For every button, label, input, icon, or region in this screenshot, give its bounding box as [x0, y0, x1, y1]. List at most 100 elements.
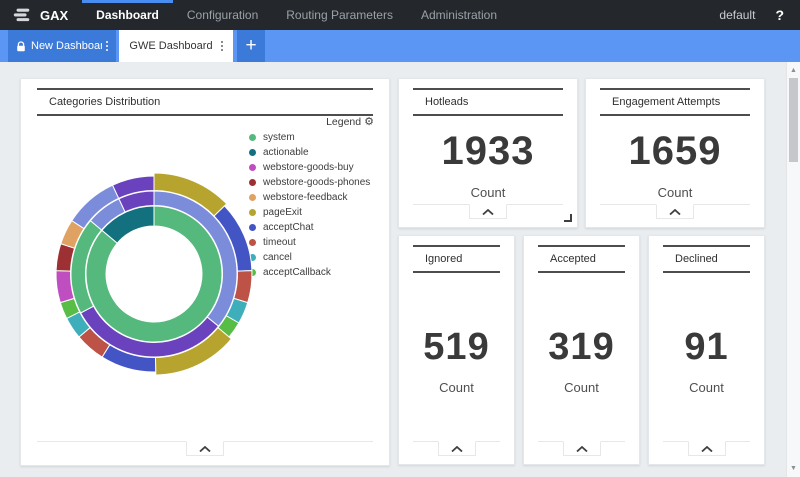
stat-label: Count — [471, 185, 506, 200]
scrollbar-thumb[interactable] — [789, 78, 798, 162]
legend-item-timeout[interactable]: timeout — [249, 235, 370, 250]
nav-item-configuration[interactable]: Configuration — [173, 0, 272, 30]
legend-item-pageExit[interactable]: pageExit — [249, 205, 370, 220]
categories-sunburst-chart — [43, 163, 265, 385]
legend-label: actionable — [263, 147, 309, 158]
legend-label: acceptChat — [263, 222, 314, 233]
chevron-up-icon — [451, 446, 463, 452]
stat-value: 91 — [684, 327, 728, 369]
legend-settings-gear-icon[interactable]: ⚙ — [364, 117, 374, 128]
collapse-widget-button[interactable] — [563, 441, 601, 456]
widget-footer — [413, 441, 500, 456]
tab-menu-dots-icon[interactable] — [102, 41, 112, 51]
top-nav-bar: GAX Dashboard Configuration Routing Para… — [0, 0, 800, 30]
stat-body: 519 Count — [399, 273, 514, 441]
help-button[interactable]: ? — [775, 7, 784, 23]
widget-footer — [413, 204, 563, 219]
user-menu[interactable]: default — [719, 8, 755, 22]
scroll-up-arrow-icon[interactable]: ▲ — [787, 64, 800, 77]
tab-new-dashboard[interactable]: New Dashboard (... — [8, 30, 116, 62]
legend-item-webstore-goods-phones[interactable]: webstore-goods-phones — [249, 175, 370, 190]
widget-header: Declined — [663, 245, 750, 273]
stat-body: 1659 Count — [586, 116, 764, 204]
stat-value: 319 — [548, 327, 614, 369]
legend-item-system[interactable]: system — [249, 130, 370, 145]
legend-label: webstore-feedback — [263, 192, 348, 203]
nav-item-dashboard[interactable]: Dashboard — [82, 0, 173, 30]
widget-footer — [538, 441, 625, 456]
resize-handle[interactable] — [564, 214, 572, 222]
legend-item-acceptChat[interactable]: acceptChat — [249, 220, 370, 235]
stat-label: Count — [439, 380, 474, 395]
legend-label: pageExit — [263, 207, 302, 218]
widget-header: Categories Distribution — [37, 88, 373, 116]
engagement-attempts-widget: Engagement Attempts 1659 Count — [585, 78, 765, 228]
lock-icon — [16, 41, 26, 52]
vertical-scrollbar[interactable]: ▲ ▼ — [786, 62, 800, 477]
chevron-up-icon — [199, 446, 211, 452]
widget-header: Accepted — [538, 245, 625, 273]
tab-menu-dots-icon[interactable] — [217, 41, 227, 51]
collapse-widget-button[interactable] — [469, 204, 507, 219]
widget-title: Engagement Attempts — [600, 90, 750, 114]
widget-footer — [663, 441, 750, 456]
declined-widget: Declined 91 Count — [648, 235, 765, 465]
accepted-widget: Accepted 319 Count — [523, 235, 640, 465]
legend-header: Legend ⚙ — [326, 116, 374, 128]
stat-value: 1659 — [629, 129, 722, 173]
add-dashboard-button[interactable]: + — [237, 30, 265, 62]
stat-label: Count — [564, 380, 599, 395]
stat-body: 319 Count — [524, 273, 639, 441]
widget-title: Ignored — [413, 247, 500, 271]
collapse-widget-button[interactable] — [186, 441, 224, 456]
legend-title: Legend — [326, 116, 361, 128]
collapse-widget-button[interactable] — [656, 204, 694, 219]
collapse-widget-button[interactable] — [688, 441, 726, 456]
nav-item-administration[interactable]: Administration — [407, 0, 511, 30]
legend-item-actionable[interactable]: actionable — [249, 145, 370, 160]
legend-label: acceptCallback — [263, 267, 331, 278]
legend-label: cancel — [263, 252, 292, 263]
legend-label: system — [263, 132, 295, 143]
gax-logo-icon — [12, 0, 32, 30]
main-menu: Dashboard Configuration Routing Paramete… — [82, 0, 511, 30]
chevron-up-icon — [701, 446, 713, 452]
chevron-up-icon — [482, 209, 494, 215]
brand-gax: GAX — [40, 0, 68, 30]
tab-gwe-dashboard[interactable]: GWE Dashboard — [119, 30, 233, 62]
legend-item-cancel[interactable]: cancel — [249, 250, 370, 265]
legend-item-acceptCallback[interactable]: acceptCallback — [249, 265, 370, 280]
chart-legend: system actionable webstore-goods-buy websto… — [249, 130, 370, 280]
scroll-down-arrow-icon[interactable]: ▼ — [787, 462, 800, 475]
widget-header: Hotleads — [413, 88, 563, 116]
nav-right-group: default ? — [719, 0, 800, 30]
widget-title: Declined — [663, 247, 750, 271]
legend-item-webstore-feedback[interactable]: webstore-feedback — [249, 190, 370, 205]
hotleads-widget: Hotleads 1933 Count — [398, 78, 578, 228]
stat-value: 1933 — [442, 129, 535, 173]
widget-title: Hotleads — [413, 90, 563, 114]
widget-title: Accepted — [538, 247, 625, 271]
legend-item-webstore-goods-buy[interactable]: webstore-goods-buy — [249, 160, 370, 175]
widget-header: Engagement Attempts — [600, 88, 750, 116]
legend-label: webstore-goods-phones — [263, 177, 370, 188]
categories-distribution-widget: Categories Distribution Legend ⚙ system a… — [20, 78, 390, 466]
dashboard-tab-bar: New Dashboard (... GWE Dashboard + — [0, 30, 800, 62]
legend-label: timeout — [263, 237, 296, 248]
stat-value: 519 — [423, 327, 489, 369]
widget-header: Ignored — [413, 245, 500, 273]
legend-label: webstore-goods-buy — [263, 162, 354, 173]
stat-body: 1933 Count — [399, 116, 577, 204]
stat-body: 91 Count — [649, 273, 764, 441]
collapse-widget-button[interactable] — [438, 441, 476, 456]
chevron-up-icon — [576, 446, 588, 452]
nav-item-routing-parameters[interactable]: Routing Parameters — [272, 0, 407, 30]
tab-label: GWE Dashboard — [125, 40, 217, 52]
ignored-widget: Ignored 519 Count — [398, 235, 515, 465]
stat-label: Count — [658, 185, 693, 200]
legend-dot-icon — [249, 149, 256, 156]
stat-label: Count — [689, 380, 724, 395]
widget-footer — [600, 204, 750, 219]
widget-footer — [37, 441, 373, 456]
legend-dot-icon — [249, 134, 256, 141]
